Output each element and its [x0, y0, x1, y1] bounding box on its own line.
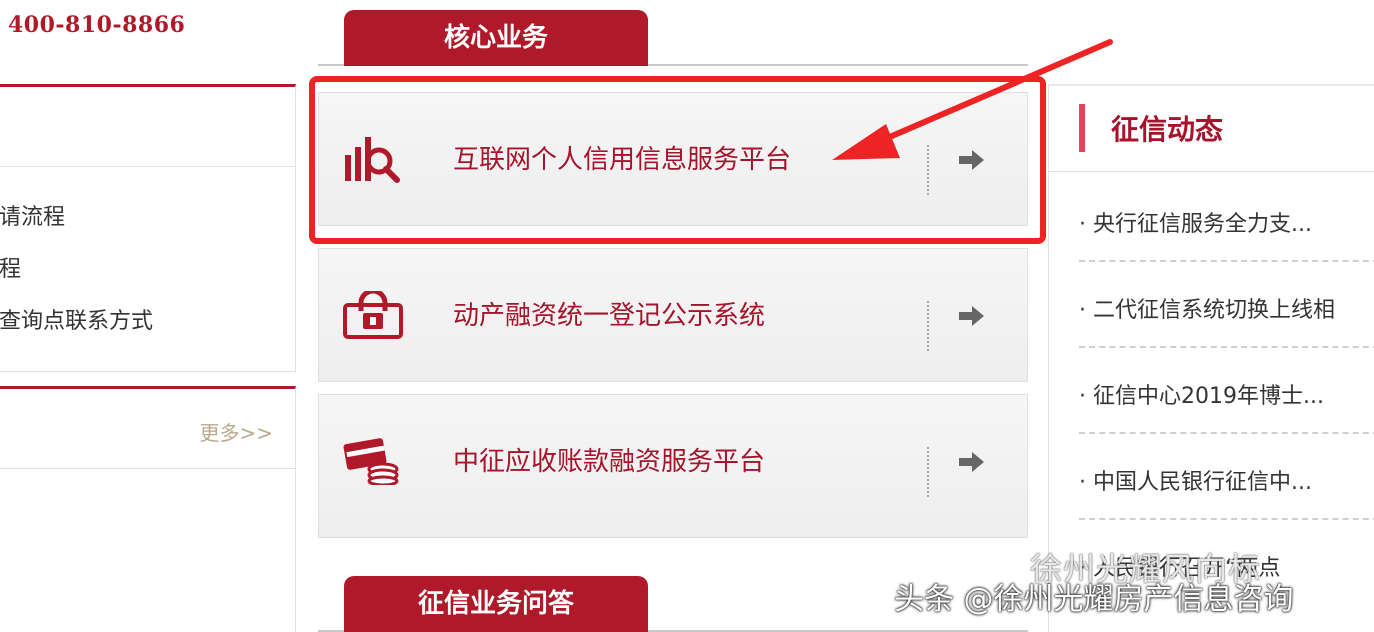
left-panel-2-header: 更多>>	[0, 389, 295, 469]
service-label: 中征应收账款融资服务平台	[453, 447, 766, 477]
service-label: 互联网个人信用信息服务平台	[453, 145, 792, 175]
service-row-movable-property[interactable]: 动产融资统一登记公示系统	[318, 248, 1028, 382]
news-item-text[interactable]: · 中国人民银行征信中...	[1079, 464, 1312, 496]
right-arrow-icon[interactable]	[957, 149, 985, 171]
chart-search-icon	[345, 137, 400, 183]
tab-core-business[interactable]: 核心业务	[344, 10, 648, 66]
service-row-receivables-financing[interactable]: 中征应收账款融资服务平台	[318, 394, 1028, 538]
news-item[interactable]: · 中国人民银行征信中...	[1079, 434, 1374, 520]
card-coins-icon	[343, 438, 399, 485]
watermark-author: 头条 @徐州光耀房产信息咨询	[894, 582, 1294, 617]
lock-certificate-icon	[343, 291, 403, 339]
tab-credit-faq[interactable]: 征信业务问答	[344, 576, 648, 632]
title-accent-bar	[1079, 104, 1085, 152]
left-panel-2: 更多>>	[0, 386, 296, 632]
news-item-text[interactable]: · 征信中心2019年博士...	[1079, 378, 1324, 410]
left-link-apply-process[interactable]: 请流程	[0, 199, 65, 231]
news-item-text[interactable]: · 央行征信服务全力支...	[1079, 206, 1312, 238]
row-divider	[927, 145, 929, 195]
right-arrow-icon[interactable]	[957, 305, 985, 327]
row-divider	[927, 301, 929, 351]
left-panel: 请流程 程 查询点联系方式	[0, 84, 296, 372]
service-row-credit-platform[interactable]: 互联网个人信用信息服务平台	[318, 92, 1028, 226]
news-item[interactable]: · 央行征信服务全力支...	[1079, 176, 1374, 262]
news-item[interactable]: · 征信中心2019年博士...	[1079, 348, 1374, 434]
left-link-query-contacts[interactable]: 查询点联系方式	[0, 303, 153, 335]
left-link-process[interactable]: 程	[0, 251, 21, 283]
credit-news-title: 征信动态	[1111, 113, 1224, 146]
right-arrow-icon[interactable]	[957, 451, 985, 473]
left-column: 请流程 程 查询点联系方式 更多>>	[0, 0, 296, 632]
left-panel-header	[0, 87, 295, 167]
row-divider	[927, 447, 929, 497]
news-item-text[interactable]: · 二代征信系统切换上线相	[1079, 292, 1335, 324]
service-label: 动产融资统一登记公示系统	[453, 301, 766, 331]
news-item[interactable]: · 二代征信系统切换上线相	[1079, 262, 1374, 348]
more-link[interactable]: 更多>>	[199, 417, 273, 446]
credit-news-header: 征信动态	[1049, 86, 1374, 172]
